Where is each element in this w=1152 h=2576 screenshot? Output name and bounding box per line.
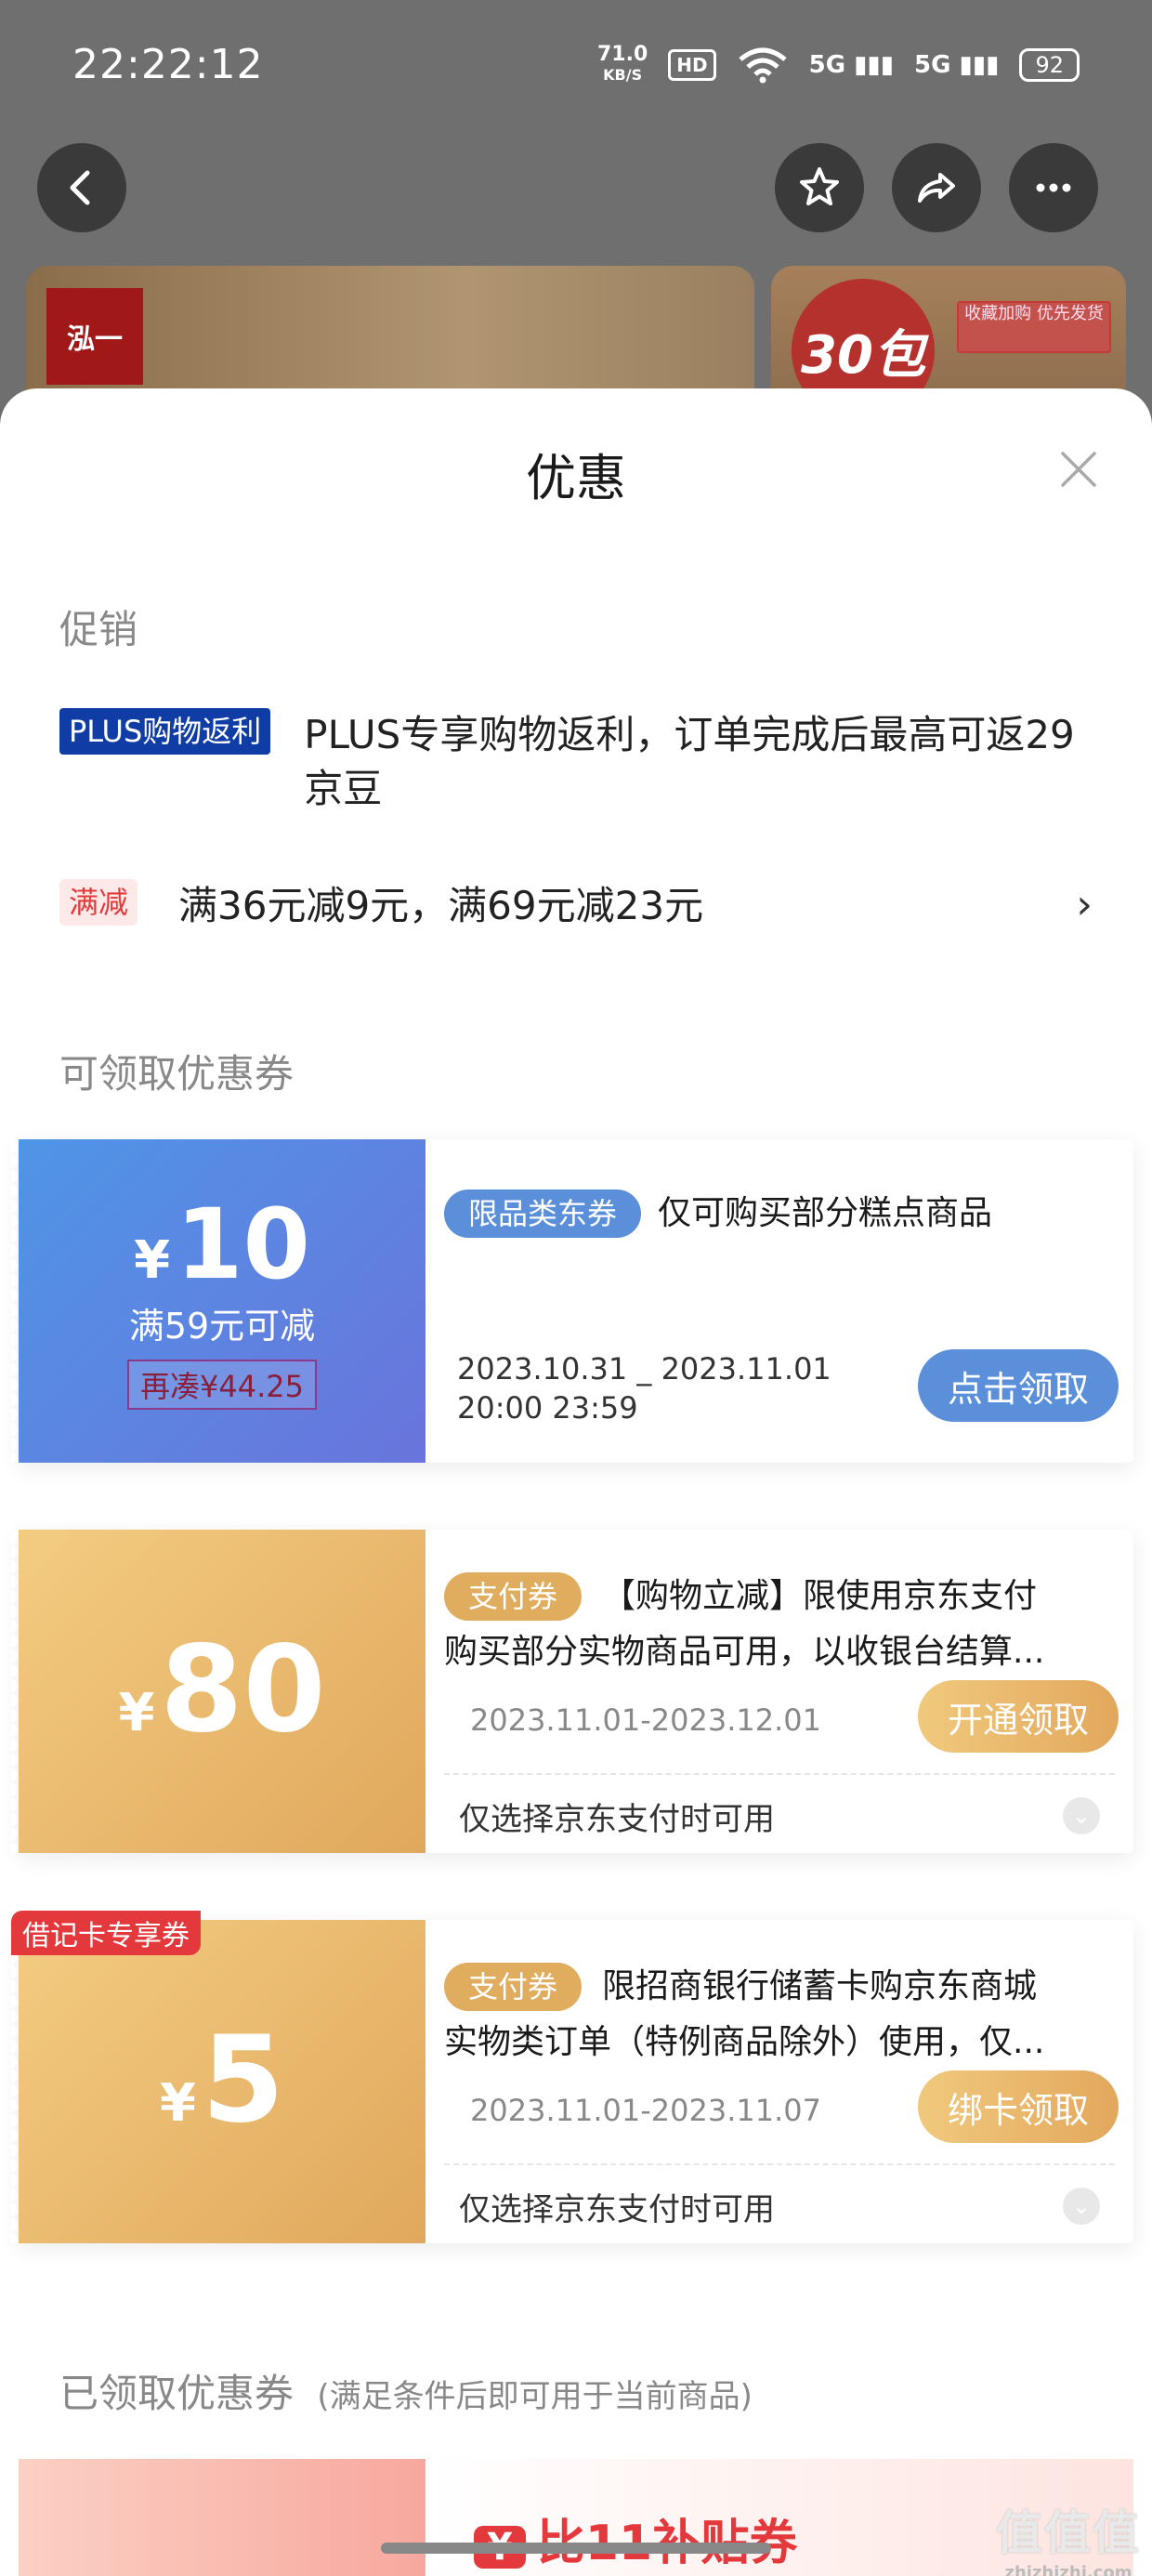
claim-coupon-button[interactable]: 点击领取	[917, 1349, 1119, 1422]
full-reduction-tag: 满减	[59, 879, 138, 926]
coupon-condition: 满59元可减	[128, 1305, 316, 1347]
product-page-background: 22:22:12 71.0 KB/S HD 5G ▮▮▮ 5G ▮▮▮ 92 泓…	[0, 0, 1152, 427]
full-reduction-text: 满36元减9元，满69元减23元	[178, 883, 704, 928]
status-icons: 71.0 KB/S HD 5G ▮▮▮ 5G ▮▮▮ 92	[597, 45, 1080, 85]
coupon-detail: 支付券 限招商银行储蓄卡购京东商城 实物类订单（特例商品除外）使用，仅... 2…	[425, 1920, 1133, 2243]
discount-sheet: 优惠 促销 PLUS购物返利 PLUS专享购物返利，订单完成后最高可返29京豆 …	[0, 388, 1152, 2576]
coupon-amount-panel: ¥ 10 满59元可减 再凑¥44.25	[11, 1139, 425, 1463]
network-speed: 71.0 KB/S	[596, 43, 648, 85]
watermark: 值值值 zhizhizhi.com	[996, 2506, 1141, 2576]
coupon-validity: 2023.11.01-2023.11.07	[470, 2093, 821, 2128]
back-button[interactable]	[37, 143, 126, 232]
share-icon	[918, 173, 955, 203]
plus-rebate-tag: PLUS购物返利	[59, 708, 271, 755]
promotion-section-label: 促销	[59, 607, 138, 652]
coupon-divider	[444, 1773, 1115, 1775]
plus-rebate-row: PLUS购物返利 PLUS专享购物返利，订单完成后最高可返29京豆	[59, 708, 1091, 816]
status-time: 22:22:12	[72, 41, 264, 88]
coupon-detail: 支付券 【购物立减】限使用京东支付 购买部分实物商品可用，以收银台结算... 2…	[425, 1530, 1133, 1853]
status-bar: 22:22:12 71.0 KB/S HD 5G ▮▮▮ 5G ▮▮▮ 92	[0, 0, 1152, 139]
coupon-description-line1: 限招商银行储蓄卡购京东商城	[602, 1967, 1038, 2005]
claimed-coupons-label: 已领取优惠券 (满足条件后即可用于当前商品)	[59, 2371, 753, 2416]
signal-icon-1: 5G ▮▮▮	[808, 51, 895, 79]
coupon-type-tag: 支付券	[444, 1572, 583, 1621]
favorite-button[interactable]	[775, 143, 864, 232]
coupon-amount: ¥ 80	[118, 1621, 326, 1759]
wifi-icon	[739, 47, 787, 84]
coupon-card: ¥ 80 支付券 【购物立减】限使用京东支付 购买部分实物商品可用，以收银台结算…	[11, 1530, 1133, 1853]
coupon-card: ¥ 10 满59元可减 再凑¥44.25 限品类东券 仅可购买部分糕点商品 20…	[11, 1139, 1133, 1463]
coupon-validity: 2023.10.31 _ 2023.11.01 20:00 23:59	[457, 1351, 831, 1426]
coupon-description-line2: 购买部分实物商品可用，以收银台结算...	[444, 1633, 1045, 1671]
favorite-tag: 收藏加购 优先发货	[957, 301, 1111, 353]
coupon-description-line2: 实物类订单（特例商品除外）使用，仅...	[444, 2023, 1045, 2061]
signal-icon-2: 5G ▮▮▮	[914, 51, 1000, 79]
expand-chevron-icon[interactable]: ⌄	[1063, 1797, 1100, 1834]
coupon-description: 仅可购买部分糕点商品	[658, 1194, 993, 1232]
brand-logo: 泓一	[46, 288, 143, 385]
bind-card-claim-button[interactable]: 绑卡领取	[917, 2070, 1119, 2143]
coupon-card: ¥ 5 借记卡专享券 支付券 限招商银行储蓄卡购京东商城 实物类订单（特例商品除…	[11, 1911, 1133, 2243]
more-button[interactable]	[1009, 143, 1098, 232]
battery-icon: 92	[1019, 48, 1080, 82]
coupon-footer-note: 仅选择京东支付时可用	[459, 2191, 775, 2228]
available-coupons-label: 可领取优惠券	[59, 1051, 295, 1097]
claimed-coupon-card: ¥比11补贴券	[19, 2459, 1133, 2576]
claimed-coupon-left	[19, 2459, 425, 2576]
share-button[interactable]	[892, 143, 981, 232]
coupon-gap-amount: 再凑¥44.25	[127, 1359, 317, 1410]
coupon-validity: 2023.11.01-2023.12.01	[470, 1702, 821, 1738]
coupon-description-line1: 【购物立减】限使用京东支付	[602, 1577, 1038, 1615]
coupon-type-tag: 限品类东券	[444, 1189, 642, 1238]
home-indicator[interactable]	[381, 2543, 771, 2554]
expand-chevron-icon[interactable]: ⌄	[1063, 2188, 1100, 2225]
coupon-divider	[444, 2163, 1115, 2165]
coupon-amount-panel: ¥ 5	[11, 1920, 425, 2243]
coupon-detail: 限品类东券 仅可购买部分糕点商品 2023.10.31 _ 2023.11.01…	[425, 1139, 1133, 1463]
plus-rebate-text: PLUS专享购物返利，订单完成后最高可返29京豆	[304, 712, 1075, 811]
hd-icon: HD	[668, 49, 716, 81]
more-dots-icon	[1036, 183, 1071, 192]
coupon-type-tag: 支付券	[444, 1963, 583, 2011]
claimed-coupon-title: ¥比11补贴券	[474, 2504, 797, 2573]
coupon-amount-panel: ¥ 80	[11, 1530, 425, 1853]
coupon-amount: ¥ 10	[134, 1187, 310, 1301]
coupon-footer-note: 仅选择京东支付时可用	[459, 1801, 775, 1838]
sheet-title: 优惠	[526, 449, 626, 507]
claimed-coupons-note: (满足条件后即可用于当前商品)	[317, 2378, 753, 2415]
coupon-amount: ¥ 5	[159, 2011, 285, 2149]
activate-claim-button[interactable]: 开通领取	[917, 1680, 1119, 1753]
close-icon[interactable]	[1057, 448, 1100, 491]
chevron-left-icon	[70, 170, 90, 205]
star-icon	[800, 167, 839, 205]
full-reduction-row[interactable]: 满减 满36元减9元，满69元减23元	[59, 879, 1035, 933]
chevron-right-icon[interactable]: ›	[1076, 881, 1093, 928]
debit-card-exclusive-tag: 借记卡专享券	[11, 1911, 201, 1955]
